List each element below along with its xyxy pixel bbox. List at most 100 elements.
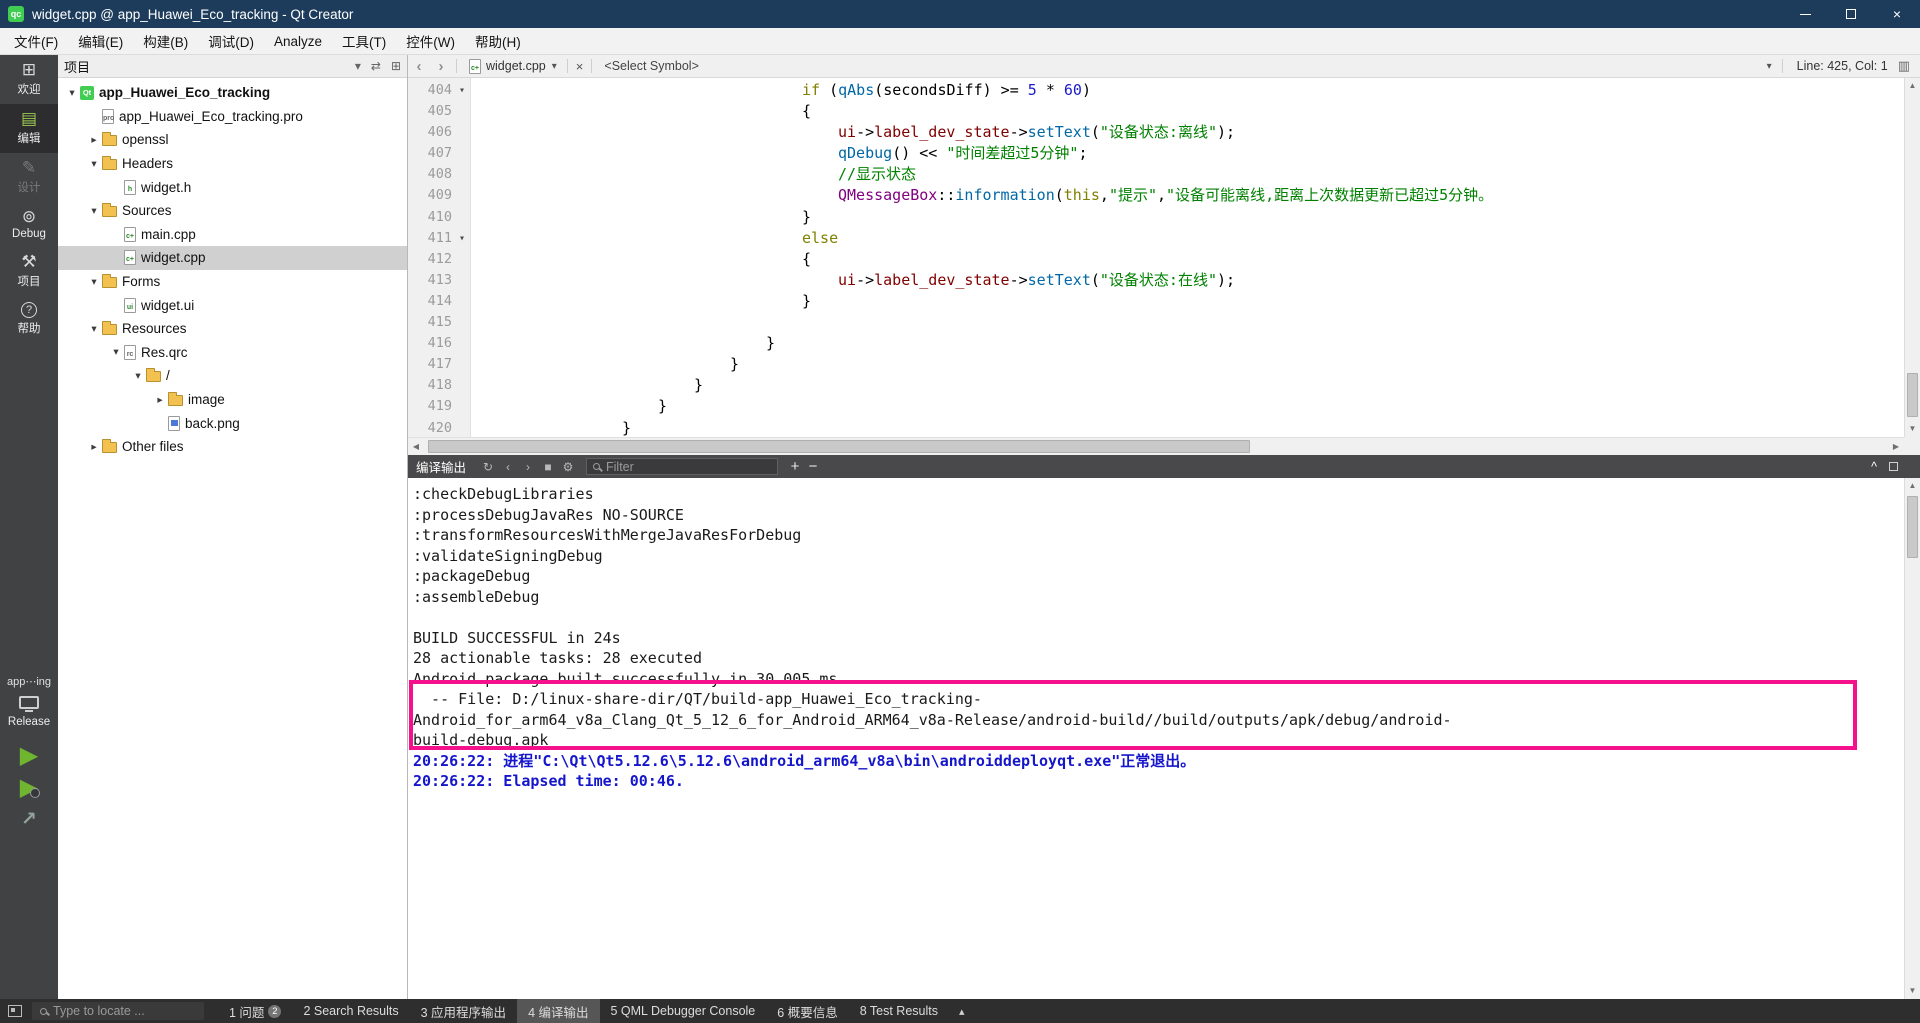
tree-item-openssl[interactable]: ▸ openssl bbox=[58, 128, 407, 152]
code-line-420[interactable]: 420} bbox=[408, 418, 1904, 438]
tree-item-back-png[interactable]: back.png bbox=[58, 411, 407, 435]
toggle-panel-icon[interactable] bbox=[8, 1005, 22, 1017]
expanded-chevron-icon[interactable]: ▾ bbox=[86, 323, 102, 335]
fold-marker-icon[interactable]: ▾ bbox=[454, 228, 470, 249]
kit-selector[interactable]: app⋯ing Release ▶ ▶ ↗ bbox=[7, 675, 51, 831]
expand-pane-icon[interactable]: ^ bbox=[1871, 460, 1877, 474]
run-button[interactable]: ▶ bbox=[20, 743, 38, 769]
expanded-chevron-icon[interactable]: ▾ bbox=[86, 205, 102, 217]
code-line-405[interactable]: 405 { bbox=[408, 101, 1904, 122]
scroll-right-icon[interactable]: ▶ bbox=[1888, 438, 1904, 455]
rerun-build-icon[interactable]: ↻ bbox=[478, 460, 498, 474]
compile-output-view[interactable]: :checkDebugLibraries:processDebugJavaRes… bbox=[408, 478, 1904, 999]
maximize-button[interactable] bbox=[1828, 0, 1874, 28]
zoom-out-icon[interactable]: − bbox=[804, 458, 822, 475]
menu-item-6[interactable]: 工具(T) bbox=[332, 28, 396, 54]
code-line-418[interactable]: 418} bbox=[408, 375, 1904, 396]
menu-item-4[interactable]: 调试(D) bbox=[198, 28, 264, 54]
output-pane-button-7[interactable]: 8 Test Results bbox=[849, 999, 949, 1023]
code-line-412[interactable]: 412 { bbox=[408, 249, 1904, 270]
tree-item-app-huawei-eco-tracking[interactable]: ▾ Qt app_Huawei_Eco_tracking bbox=[58, 81, 407, 105]
editor-vertical-scrollbar[interactable]: ▲ ▼ bbox=[1904, 78, 1920, 437]
split-pane-icon[interactable]: ⊞ bbox=[391, 59, 401, 73]
next-item-icon[interactable]: › bbox=[518, 460, 538, 474]
split-editor-icon[interactable]: ▥ bbox=[1898, 58, 1910, 74]
menu-item-8[interactable]: 帮助(H) bbox=[465, 28, 531, 54]
menu-item-1[interactable]: 文件(F) bbox=[4, 28, 68, 54]
tree-item-sources[interactable]: ▾ Sources bbox=[58, 199, 407, 223]
open-file-tab[interactable]: widget.cpp bbox=[486, 59, 546, 73]
mode-welcome[interactable]: ⊞ 欢迎 bbox=[0, 55, 58, 104]
menu-item-7[interactable]: 控件(W) bbox=[396, 28, 465, 54]
scroll-up-icon[interactable]: ▲ bbox=[1905, 478, 1920, 494]
code-editor[interactable]: 404 ▾ if (qAbs(secondsDiff) >= 5 * 60) 405{… bbox=[408, 78, 1904, 437]
tree-item-item[interactable]: ▾ / bbox=[58, 364, 407, 388]
scroll-down-icon[interactable]: ▼ bbox=[1905, 421, 1920, 437]
menu-item-5[interactable]: Analyze bbox=[264, 28, 332, 54]
tree-item-other-files[interactable]: ▸ Other files bbox=[58, 435, 407, 459]
expanded-chevron-icon[interactable]: ▾ bbox=[64, 87, 80, 99]
collapsed-chevron-icon[interactable]: ▸ bbox=[152, 394, 168, 406]
tree-item-headers[interactable]: ▾ Headers bbox=[58, 152, 407, 176]
tree-item-main-cpp[interactable]: c+ main.cpp bbox=[58, 223, 407, 247]
code-line-417[interactable]: 417} bbox=[408, 354, 1904, 375]
code-line-409[interactable]: 409 QMessageBox::information(this,"提示","设… bbox=[408, 185, 1904, 206]
tree-item-forms[interactable]: ▾ Forms bbox=[58, 270, 407, 294]
output-scroll-thumb[interactable] bbox=[1907, 496, 1918, 558]
zoom-in-icon[interactable]: + bbox=[786, 458, 804, 475]
output-pane-button-3[interactable]: 3 应用程序输出 bbox=[410, 999, 517, 1023]
tree-item-widget-ui[interactable]: ui widget.ui bbox=[58, 293, 407, 317]
code-line-419[interactable]: 419} bbox=[408, 396, 1904, 417]
code-line-410[interactable]: 410} bbox=[408, 207, 1904, 228]
expanded-chevron-icon[interactable]: ▾ bbox=[86, 276, 102, 288]
locator-input[interactable]: Type to locate ... bbox=[32, 1002, 204, 1020]
code-line-414[interactable]: 414} bbox=[408, 291, 1904, 312]
go-back-icon[interactable]: ‹ bbox=[408, 58, 430, 75]
close-document-icon[interactable]: × bbox=[576, 59, 584, 74]
editor-hscroll-thumb[interactable] bbox=[428, 440, 1250, 453]
previous-item-icon[interactable]: ‹ bbox=[498, 460, 518, 474]
analyze-button[interactable]: ↗ bbox=[21, 808, 37, 831]
mode-help[interactable]: ? 帮助 bbox=[0, 296, 58, 343]
sync-with-editor-icon[interactable]: ⇄ bbox=[371, 59, 381, 73]
output-filter-input[interactable]: Filter bbox=[586, 458, 779, 475]
expanded-chevron-icon[interactable]: ▾ bbox=[130, 370, 146, 382]
tree-item-widget-h[interactable]: h widget.h bbox=[58, 175, 407, 199]
scroll-left-icon[interactable]: ◀ bbox=[408, 438, 424, 455]
code-line-407[interactable]: 407 qDebug() << "时间差超过5分钟"; bbox=[408, 143, 1904, 164]
code-line-411[interactable]: 411 ▾ else bbox=[408, 228, 1904, 249]
filter-icon[interactable]: ▾ bbox=[355, 59, 361, 73]
settings-icon[interactable]: ⚙ bbox=[558, 460, 578, 474]
code-line-413[interactable]: 413 ui->label_dev_state->setText("设备状态:在线… bbox=[408, 270, 1904, 291]
collapsed-chevron-icon[interactable]: ▸ bbox=[86, 134, 102, 146]
close-button[interactable]: × bbox=[1874, 0, 1920, 28]
code-line-415[interactable]: 415 bbox=[408, 312, 1904, 333]
menu-item-3[interactable]: 构建(B) bbox=[133, 28, 198, 54]
output-pane-button-1[interactable]: 1 问题 2 bbox=[218, 999, 292, 1023]
tree-item-widget-cpp[interactable]: c+ widget.cpp bbox=[58, 246, 407, 270]
tree-item-res-qrc[interactable]: ▾ rc Res.qrc bbox=[58, 341, 407, 365]
expanded-chevron-icon[interactable]: ▾ bbox=[86, 158, 102, 170]
mode-projects[interactable]: ⚒ 项目 bbox=[0, 247, 58, 296]
fold-marker-icon[interactable]: ▾ bbox=[454, 80, 470, 101]
stop-icon[interactable]: ■ bbox=[538, 460, 558, 474]
scroll-up-icon[interactable]: ▲ bbox=[1905, 78, 1920, 94]
editor-horizontal-scrollbar[interactable]: ◀ ▶ bbox=[408, 437, 1904, 455]
output-panes-menu-icon[interactable]: ▴ bbox=[949, 1005, 975, 1018]
editor-scroll-thumb[interactable] bbox=[1907, 373, 1918, 417]
maximize-pane-icon[interactable] bbox=[1889, 462, 1898, 471]
code-line-404[interactable]: 404 ▾ if (qAbs(secondsDiff) >= 5 * 60) bbox=[408, 80, 1904, 101]
code-line-406[interactable]: 406 ui->label_dev_state->setText("设备状态:离线… bbox=[408, 122, 1904, 143]
output-pane-button-2[interactable]: 2 Search Results bbox=[292, 999, 409, 1023]
symbol-selector[interactable]: <Select Symbol> bbox=[604, 59, 699, 73]
debug-run-button[interactable]: ▶ bbox=[20, 775, 41, 801]
code-line-408[interactable]: 408 //显示状态 bbox=[408, 164, 1904, 185]
tree-item-image[interactable]: ▸ image bbox=[58, 388, 407, 412]
minimize-button[interactable] bbox=[1782, 0, 1828, 28]
collapsed-chevron-icon[interactable]: ▸ bbox=[86, 441, 102, 453]
scroll-down-icon[interactable]: ▼ bbox=[1905, 983, 1920, 999]
output-pane-button-6[interactable]: 6 概要信息 bbox=[766, 999, 848, 1023]
output-pane-button-4[interactable]: 4 编译输出 bbox=[517, 999, 600, 1023]
output-pane-button-5[interactable]: 5 QML Debugger Console bbox=[600, 999, 767, 1023]
mode-edit[interactable]: ▤ 编辑 bbox=[0, 104, 58, 153]
